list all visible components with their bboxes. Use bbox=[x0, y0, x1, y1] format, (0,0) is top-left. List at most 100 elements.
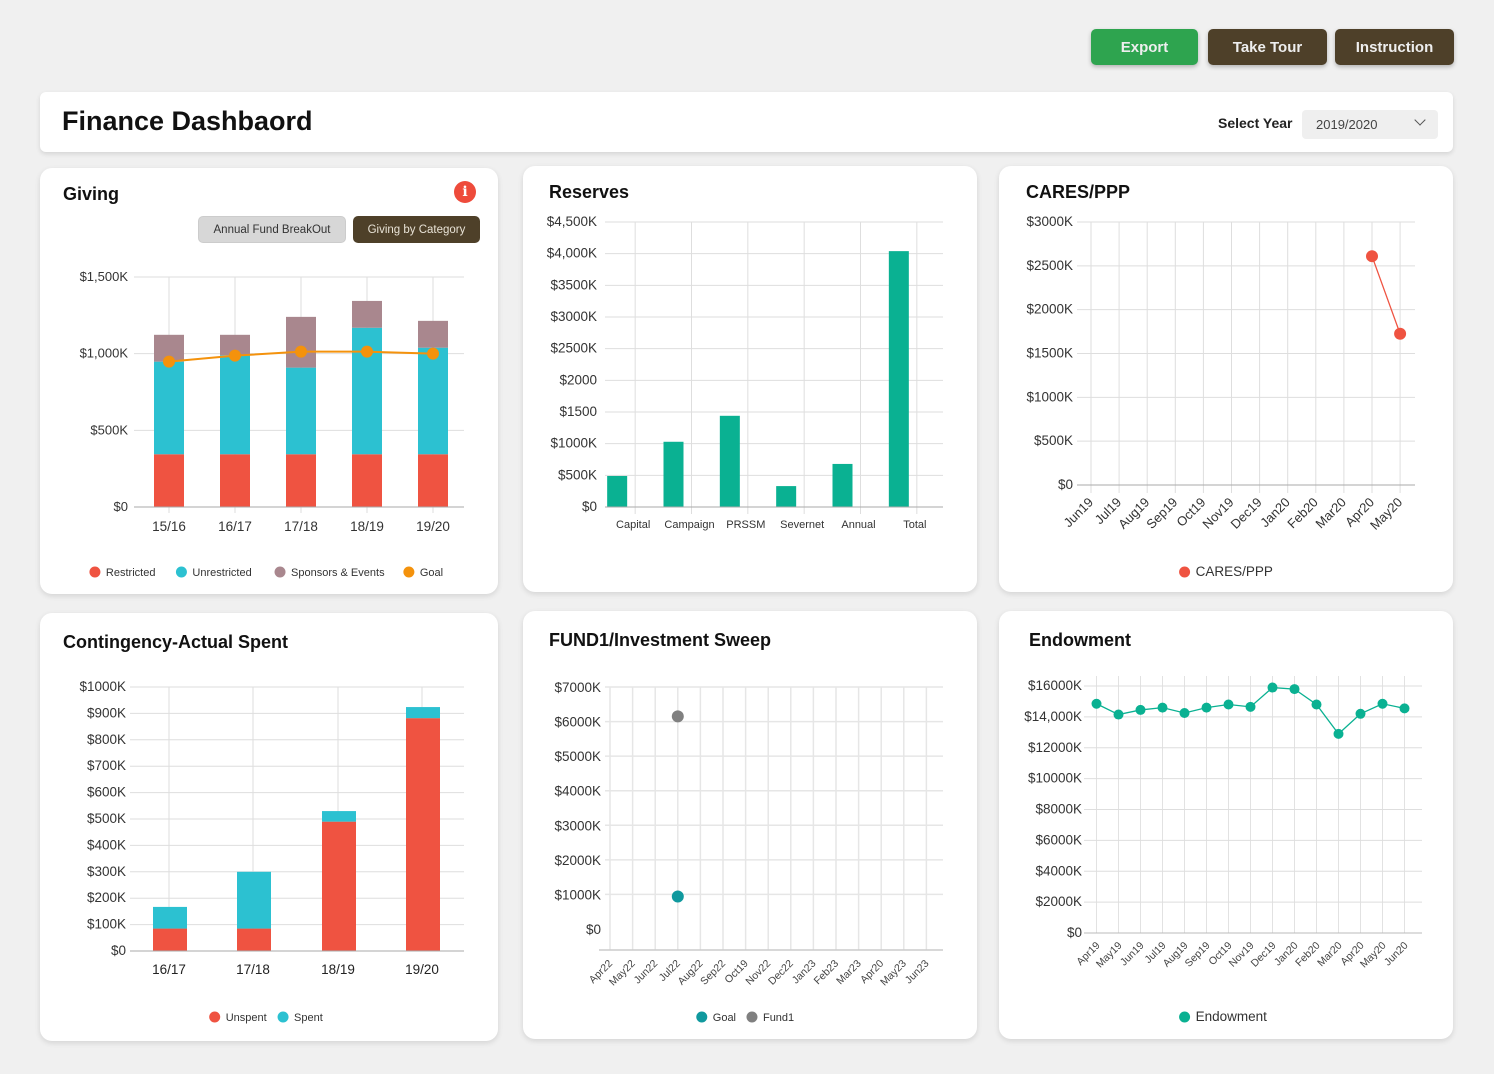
select-year-label: Select Year bbox=[1218, 115, 1293, 131]
bar-spent bbox=[322, 811, 356, 822]
x-tick-label: Feb23 bbox=[812, 958, 842, 988]
y-tick-label: $4000K bbox=[1035, 863, 1082, 878]
goal-point bbox=[163, 355, 175, 368]
y-tick-label: $8000K bbox=[1035, 802, 1082, 817]
fund1-card: FUND1/Investment Sweep Apr22 May22 Jun22 Ju… bbox=[523, 611, 977, 1039]
legend-label: Fund1 bbox=[763, 1012, 794, 1024]
y-tick-label: $4000K bbox=[554, 784, 601, 799]
x-tick-label: May23 bbox=[878, 958, 909, 989]
bar-unspent bbox=[153, 928, 187, 951]
x-tick-label: Sep22 bbox=[698, 958, 728, 988]
goal-point bbox=[295, 345, 307, 358]
legend-marker bbox=[175, 566, 187, 578]
y-tick-label: $800K bbox=[87, 732, 126, 747]
year-select[interactable]: 2019/2020 bbox=[1302, 110, 1438, 139]
take-tour-button[interactable]: Take Tour bbox=[1208, 29, 1327, 65]
reserve-bar bbox=[719, 415, 740, 507]
reserve-bar bbox=[663, 441, 684, 507]
y-tick-label: $1000K bbox=[550, 436, 597, 451]
bar-unspent bbox=[322, 821, 356, 951]
endowment-point bbox=[1223, 699, 1234, 710]
x-tick-label: May20 bbox=[1367, 495, 1405, 533]
y-tick-label: $2000 bbox=[559, 372, 597, 387]
y-tick-label: $500K bbox=[558, 467, 597, 482]
endowment-point bbox=[1311, 699, 1322, 710]
legend-marker bbox=[696, 1011, 708, 1023]
y-tick-label: $0 bbox=[586, 922, 601, 937]
instruction-button[interactable]: Instruction bbox=[1335, 29, 1454, 65]
x-tick-label: Dec19 bbox=[1249, 940, 1279, 970]
bar-unspent bbox=[406, 718, 440, 951]
bar-unrestricted bbox=[286, 367, 316, 455]
bar-unrestricted bbox=[154, 361, 184, 455]
y-tick-label: $4,000K bbox=[547, 246, 597, 261]
y-tick-label: $300K bbox=[87, 864, 126, 879]
reserves-card: Reserves $0 $500K $1000K $1500 $2000 $2500K $3… bbox=[523, 166, 977, 592]
cares-line bbox=[1371, 255, 1401, 334]
y-tick-label: $5000K bbox=[554, 749, 601, 764]
x-tick-label: 19/20 bbox=[416, 519, 450, 534]
y-tick-label: $0 bbox=[582, 499, 597, 514]
y-tick-label: $500K bbox=[90, 422, 128, 437]
bar-restricted bbox=[154, 454, 184, 507]
x-tick-label: Mar20 bbox=[1315, 940, 1345, 970]
x-tick-label: Aug19 bbox=[1115, 495, 1152, 532]
x-tick-label: Sep19 bbox=[1143, 495, 1180, 532]
x-tick-label: Dec22 bbox=[766, 958, 796, 988]
y-tick-label: $0 bbox=[1058, 477, 1073, 492]
x-tick-label: Capital bbox=[616, 519, 650, 531]
export-button[interactable]: Export bbox=[1091, 29, 1198, 65]
x-tick-label: Jun19 bbox=[1060, 495, 1096, 531]
endowment-point bbox=[1113, 709, 1124, 720]
y-tick-label: $3500K bbox=[550, 277, 597, 292]
x-tick-label: Jun20 bbox=[1382, 940, 1411, 969]
x-tick-label: 15/16 bbox=[152, 519, 186, 534]
legend-label: Sponsors & Events bbox=[291, 567, 385, 579]
x-tick-label: Mar20 bbox=[1312, 495, 1349, 532]
legend-marker bbox=[274, 566, 286, 578]
y-tick-label: $2000K bbox=[1035, 894, 1082, 909]
reserve-bar bbox=[607, 475, 628, 507]
legend-marker bbox=[746, 1011, 758, 1023]
contingency-chart: $0 $100K $200K $300K $400K $500K $600K $700K $80… bbox=[79, 679, 464, 1024]
y-tick-label: $4,500K bbox=[547, 214, 597, 229]
bar-unrestricted bbox=[418, 347, 448, 455]
legend-marker bbox=[403, 566, 415, 578]
legend-marker bbox=[209, 1011, 221, 1023]
cares-chart: Jun19Jul19Aug19Sep19Oct19Nov19Dec19Jan20… bbox=[1026, 214, 1415, 579]
reserves-chart: $0 $500K $1000K $1500 $2000 $2500K $3000K $3500… bbox=[547, 214, 943, 531]
x-tick-label: Nov19 bbox=[1199, 495, 1236, 532]
endowment-point bbox=[1135, 704, 1146, 715]
y-tick-label: $16000K bbox=[1028, 678, 1082, 693]
y-tick-label: $6000K bbox=[1035, 832, 1082, 847]
endowment-point bbox=[1267, 682, 1278, 693]
endowment-point bbox=[1201, 702, 1212, 713]
endowment-point bbox=[1289, 684, 1300, 695]
legend-label: Restricted bbox=[106, 567, 156, 579]
x-tick-label: Jun23 bbox=[903, 958, 932, 987]
x-tick-label: Annual bbox=[841, 519, 875, 531]
y-tick-label: $1,500K bbox=[80, 269, 129, 284]
contingency-card: Contingency-Actual Spent $0 $100K $200K $30… bbox=[40, 613, 498, 1041]
y-tick-label: $0 bbox=[1067, 925, 1082, 940]
cares-point bbox=[1394, 327, 1407, 340]
cares-point bbox=[1366, 250, 1378, 263]
y-tick-label: $1500 bbox=[559, 404, 597, 419]
x-tick-label: 18/19 bbox=[321, 962, 355, 977]
endowment-point bbox=[1333, 728, 1344, 739]
bar-sponsors-events bbox=[418, 320, 448, 348]
y-tick-label: $12000K bbox=[1028, 740, 1082, 755]
legend-label: Endowment bbox=[1196, 1009, 1268, 1024]
reserve-bar bbox=[832, 463, 853, 507]
x-tick-label: Sep19 bbox=[1183, 940, 1213, 970]
legend-marker bbox=[89, 566, 101, 578]
bar-sponsors-events bbox=[286, 316, 316, 368]
y-tick-label: $1000K bbox=[79, 679, 126, 694]
x-tick-label: May22 bbox=[607, 958, 638, 989]
y-tick-label: $0 bbox=[114, 499, 128, 514]
y-tick-label: $6000K bbox=[554, 715, 601, 730]
x-tick-label: Feb20 bbox=[1284, 495, 1321, 532]
bar-restricted bbox=[352, 454, 382, 507]
endowment-card: Endowment Apr19 May19 Jun19 Jul19 Aug19 Sep19… bbox=[999, 611, 1453, 1039]
y-tick-label: $2500K bbox=[550, 341, 597, 356]
